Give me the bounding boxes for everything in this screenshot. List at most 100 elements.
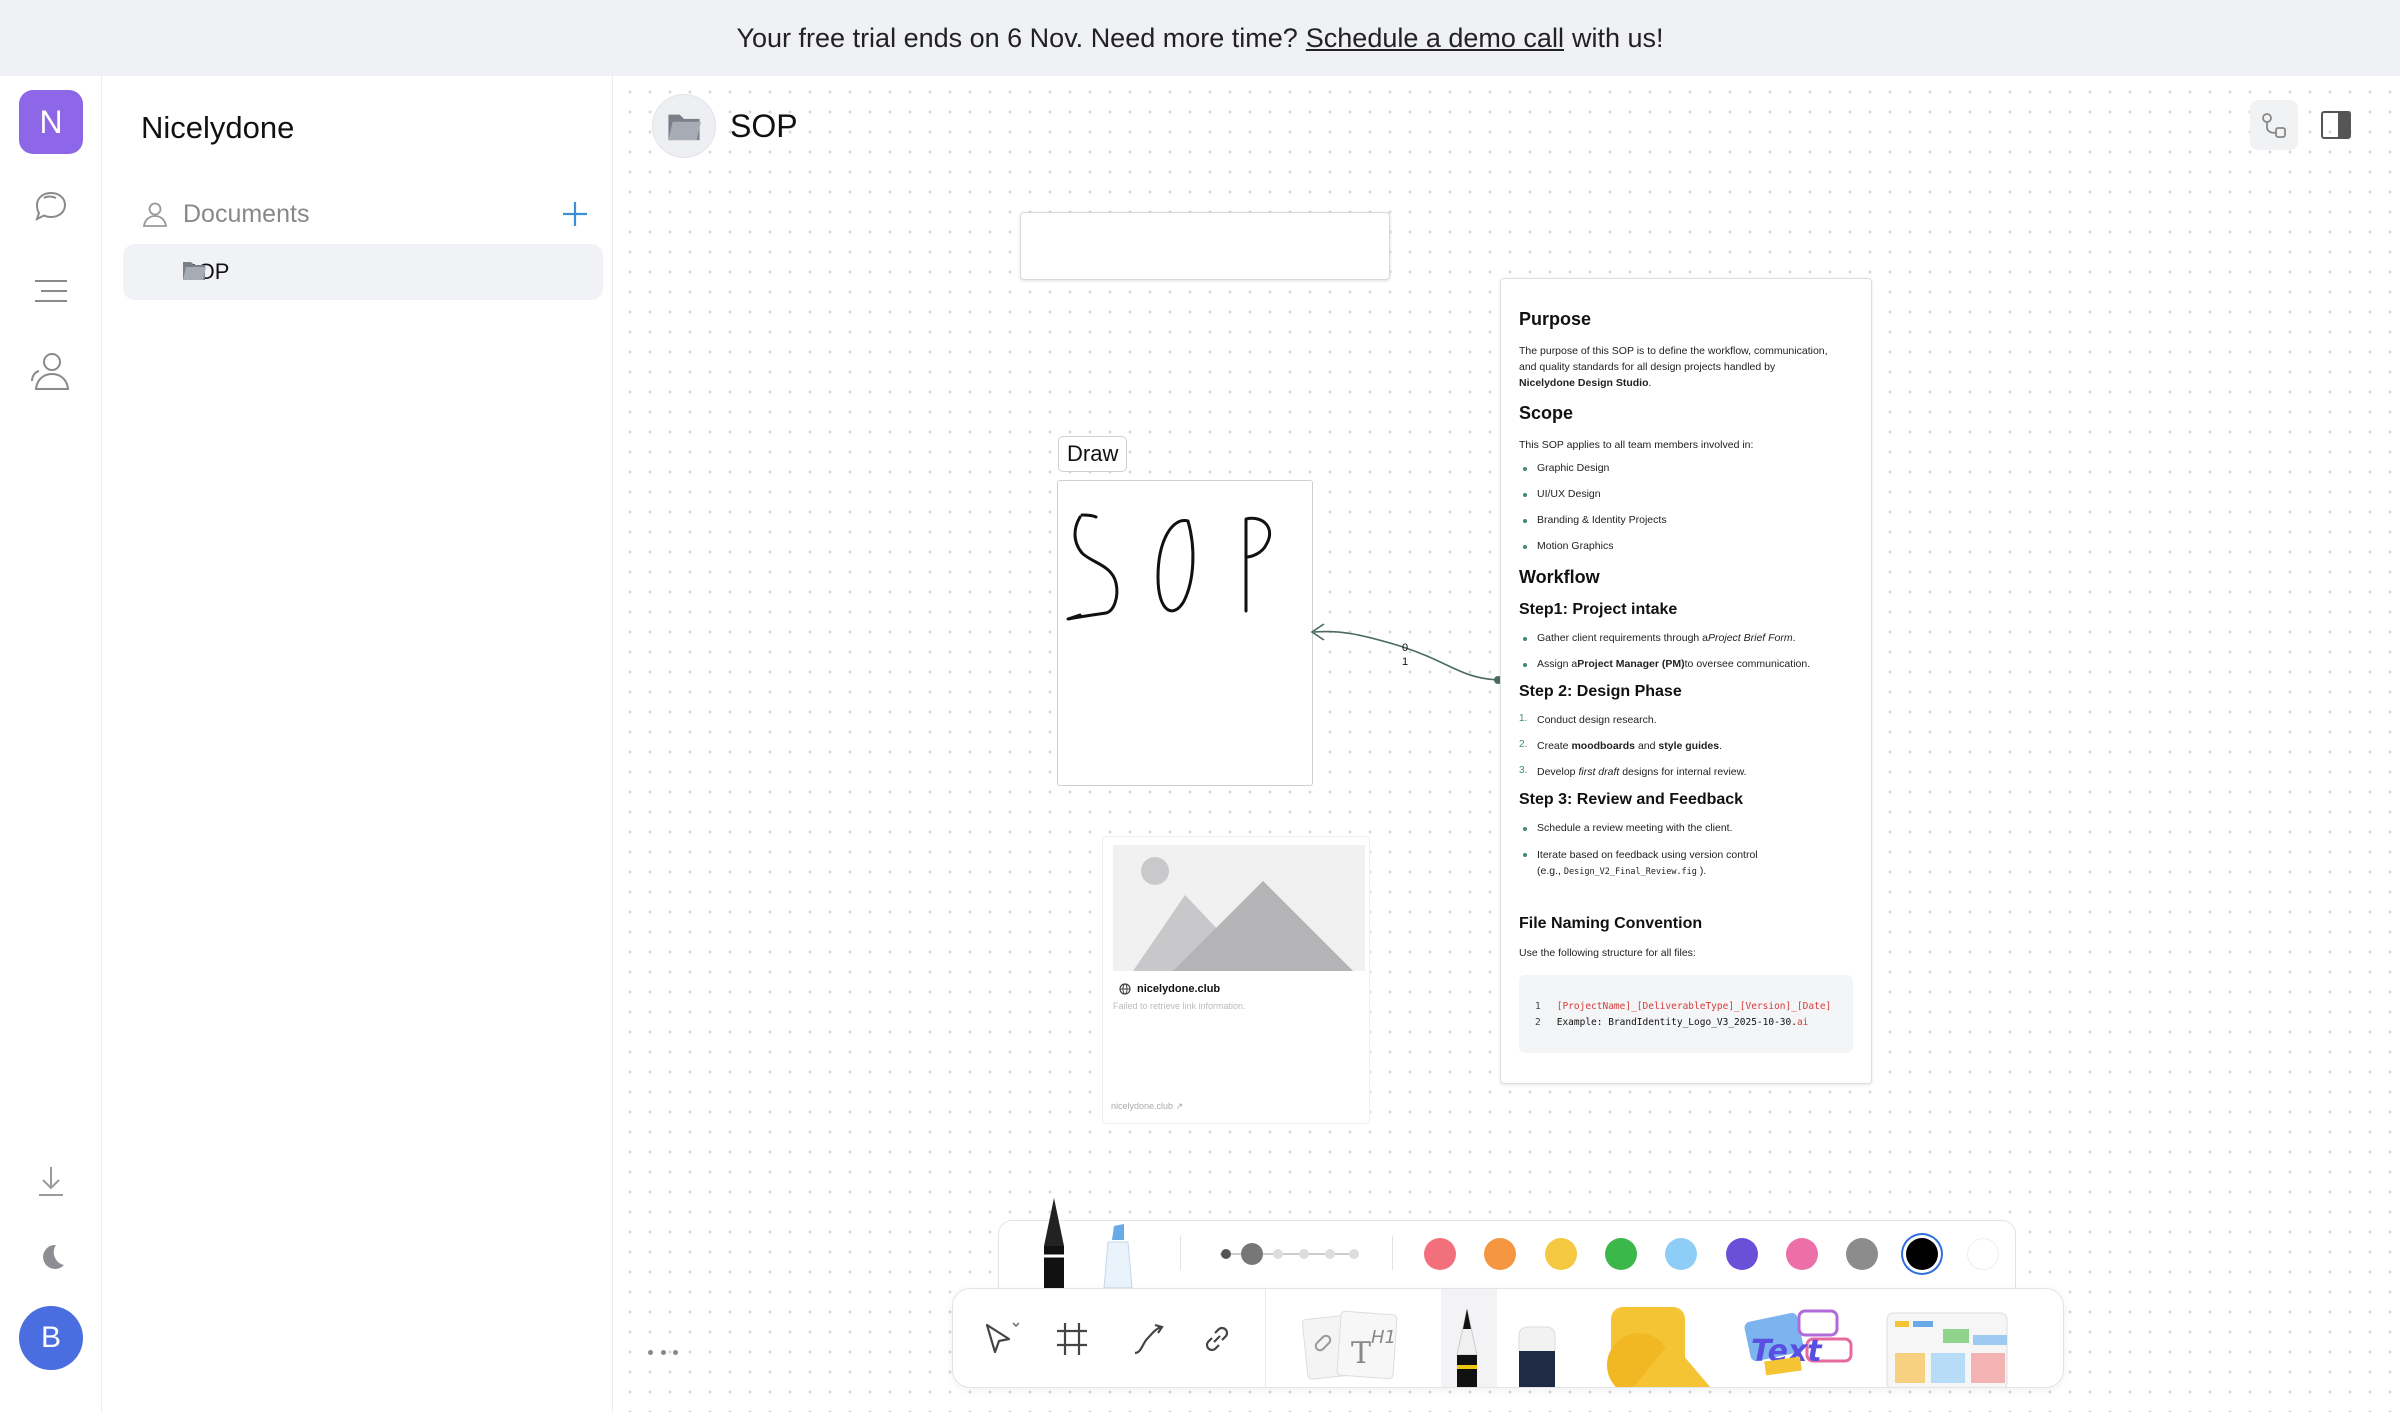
user-avatar[interactable]: B [19,1306,83,1370]
folder-icon [183,262,206,280]
main-toolbar: T H1 Text [952,1288,2064,1388]
workspace-name: Nicelydone [141,110,295,145]
divider [1265,1289,1266,1387]
toggle-panel-icon[interactable] [2312,100,2360,150]
color-swatch[interactable] [1966,1238,1999,1270]
link-tool-icon[interactable] [1193,1315,1241,1363]
connector-label-1: 1 [1402,656,1409,668]
divider [1180,1236,1181,1270]
bullet [1523,545,1527,549]
step3-heading: Step 3: Review and Feedback [1519,791,1744,808]
list-item: UI/UX Design [1537,488,1601,500]
link-preview-card[interactable]: nicelydone.club Failed to retrieve link … [1102,836,1370,1124]
documents-section[interactable]: Documents [141,192,603,236]
list-number: 2. [1519,739,1528,750]
add-document-icon[interactable] [559,198,591,230]
bullet [1523,853,1527,857]
purpose-paragraph: The purpose of this SOP is to define the… [1519,345,1828,389]
connector-label-0: 0 [1402,642,1409,654]
banner-suffix: with us! [1571,22,1664,53]
bullet [1523,637,1527,641]
naming-heading: File Naming Convention [1519,915,1703,932]
divider [1392,1236,1393,1270]
sidebar-item-sop[interactable]: SOP [123,244,603,300]
color-swatch[interactable] [1725,1238,1758,1270]
svg-text:T: T [1351,1336,1371,1371]
color-swatch[interactable] [1424,1238,1456,1270]
bullet [1523,827,1527,831]
svg-text:H1: H1 [1371,1327,1396,1348]
connector-arrow[interactable] [1300,620,1510,690]
download-icon[interactable] [30,1160,72,1202]
list-item: Gather client requirements through aProj… [1537,632,1796,644]
template-tool-icon[interactable] [1883,1309,2023,1387]
menu-icon[interactable] [30,270,72,312]
chat-icon[interactable] [30,186,72,228]
schedule-demo-link[interactable]: Schedule a demo call [1306,23,1564,54]
bullet [1523,663,1527,667]
scope-intro: This SOP applies to all team members inv… [1519,439,1754,451]
list-item: Branding & Identity Projects [1537,514,1667,526]
color-swatch[interactable] [1785,1238,1818,1270]
naming-intro: Use the following structure for all file… [1519,947,1696,959]
scope-heading: Scope [1519,403,1574,423]
connector-tool-icon[interactable] [1125,1315,1173,1363]
step2-heading: Step 2: Design Phase [1519,683,1682,700]
marker-tool-icon[interactable] [1100,1222,1136,1288]
sop-document-card[interactable]: Purpose The purpose of this SOP is to de… [1500,278,1872,1084]
list-item: Create moodboards and style guides. [1537,740,1723,752]
moon-icon[interactable] [30,1236,72,1278]
icon-rail: N B [0,76,102,1412]
drawing-block[interactable] [1057,480,1313,786]
link-error-text: Failed to retrieve link information. [1113,1001,1246,1011]
stroke-size-slider[interactable] [1214,1240,1374,1268]
code-block: 1 [ProjectName]_[DeliverableType]_[Versio… [1519,975,1853,1053]
eraser-tool-icon[interactable] [1513,1325,1561,1387]
list-number: 3. [1519,765,1528,776]
color-swatch[interactable] [1846,1238,1879,1270]
frame-tool-icon[interactable] [1049,1315,1097,1363]
image-placeholder-icon [1113,845,1365,971]
color-swatch[interactable] [1665,1238,1698,1270]
list-item: Assign aProject Manager (PM)to oversee c… [1537,658,1811,670]
list-item: Develop first draft designs for internal… [1537,766,1747,778]
folder-icon[interactable] [652,94,716,158]
team-icon[interactable] [30,350,72,392]
person-icon [142,202,168,227]
list-item: Motion Graphics [1537,540,1614,552]
text-tool-icon[interactable]: Text [1737,1299,1869,1387]
pointer-tool-icon[interactable] [975,1315,1023,1363]
bullet [1523,519,1527,523]
more-options-icon[interactable] [648,1344,678,1360]
color-swatch[interactable] [1604,1238,1637,1270]
globe-icon [1119,983,1131,995]
color-swatch[interactable] [1544,1238,1577,1270]
external-link-icon: ↗ [1175,1101,1184,1111]
document-title: SOP [730,107,798,144]
trial-banner: Your free trial ends on 6 Nov. Need more… [0,0,2400,76]
workflow-heading: Workflow [1519,567,1600,587]
document-header: SOP [652,94,798,158]
link-domain: nicelydone.club [1119,983,1220,995]
list-item: Schedule a review meeting with the clien… [1537,822,1733,834]
connector-mode-icon[interactable] [2250,100,2298,150]
bullet [1523,467,1527,471]
shape-tool-icon[interactable] [1593,1305,1723,1387]
list-number: 1. [1519,713,1528,724]
draw-label: Draw [1058,436,1128,472]
pencil-tool-icon[interactable] [1036,1196,1072,1288]
documents-label: Documents [183,199,310,228]
bullet [1523,493,1527,497]
banner-text: Your free trial ends on 6 Nov. Need more… [736,22,1298,53]
note-tool-icon[interactable]: T H1 [1299,1305,1409,1387]
list-item: Graphic Design [1537,462,1610,474]
step1-heading: Step1: Project intake [1519,601,1678,618]
purpose-heading: Purpose [1519,309,1592,329]
pen-tool-icon[interactable] [1443,1307,1491,1387]
empty-text-block[interactable] [1020,212,1390,280]
list-item: Conduct design research. [1537,714,1657,726]
sidebar: Nicelydone Documents SOP [103,76,613,1412]
list-item: Iterate based on feedback using version … [1537,849,1758,877]
workspace-avatar[interactable]: N [19,90,83,154]
link-footer[interactable]: nicelydone.club ↗ [1111,1101,1183,1112]
